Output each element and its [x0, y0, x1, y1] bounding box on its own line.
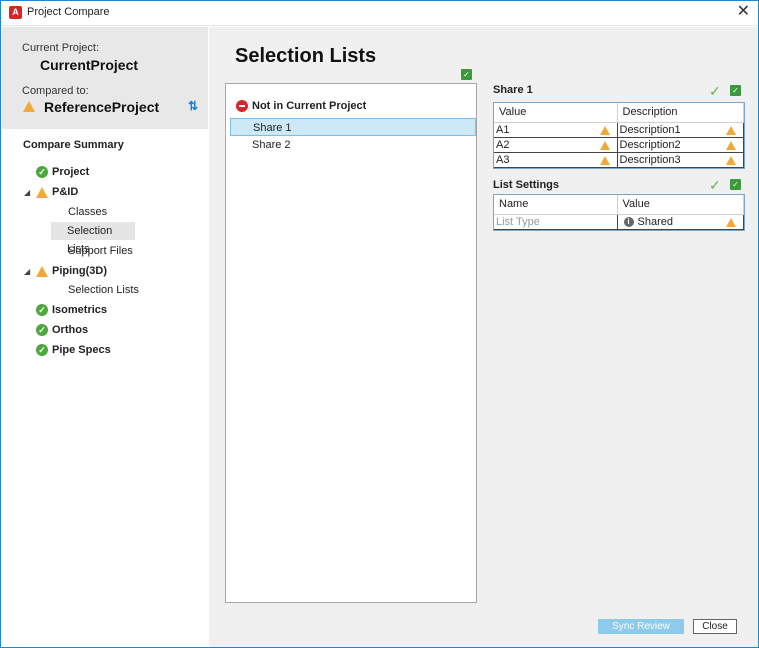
accept-icon[interactable]: ✓ — [730, 179, 741, 190]
table-row[interactable]: A2 Description2 — [494, 137, 744, 153]
warning-icon — [726, 217, 736, 227]
main-panel: Selection Lists ✓ Not in Current Project… — [209, 27, 758, 647]
column-header-value[interactable]: Value — [494, 103, 618, 123]
check-circle-icon: ✓ — [36, 166, 48, 179]
tree-item-support-files[interactable]: Support Files — [68, 242, 133, 260]
list-settings-grid: Name Value List Type i Shared — [493, 194, 745, 231]
window-title: Project Compare — [27, 6, 110, 18]
tree-item-classes[interactable]: Classes — [68, 203, 107, 221]
checkmark-icon[interactable]: ✓ — [709, 84, 721, 98]
warning-icon — [726, 125, 736, 135]
share-values-grid: Value Description A1 Description1 A2 Des… — [493, 102, 745, 169]
column-header-description[interactable]: Description — [617, 103, 744, 123]
summary-title: Compare Summary — [23, 139, 124, 151]
current-project-label: Current Project: — [22, 42, 100, 54]
table-row[interactable]: A3 Description3 — [494, 152, 744, 168]
sidebar: Current Project: CurrentProject Compared… — [2, 27, 208, 647]
window-close-icon[interactable]: ✕ — [737, 3, 750, 21]
list-settings-title: List Settings — [493, 179, 560, 191]
list-item[interactable]: Share 1 — [230, 118, 476, 136]
info-icon: i — [623, 216, 634, 227]
selection-list-panel: Not in Current Project Share 1 Share 2 — [225, 83, 477, 603]
accept-icon[interactable]: ✓ — [730, 85, 741, 96]
cell-value[interactable]: A1 — [494, 122, 618, 138]
tree-item-pipe-specs[interactable]: ✓ Pipe Specs — [36, 341, 111, 359]
compared-to-label: Compared to: — [22, 85, 89, 97]
project-compare-window: A Project Compare ✕ Current Project: Cur… — [0, 0, 759, 648]
tree-item-project[interactable]: ✓ Project — [36, 163, 89, 181]
checkmark-icon[interactable]: ✓ — [709, 178, 721, 192]
reference-project-name: ReferenceProject — [44, 99, 160, 115]
column-header-value[interactable]: Value — [617, 195, 744, 215]
warning-icon — [726, 140, 736, 150]
share-panel-title: Share 1 — [493, 84, 533, 96]
tree-item-piping-selection-lists[interactable]: Selection Lists — [68, 281, 139, 299]
tree-item-pid-selection-lists[interactable]: Selection Lists — [51, 222, 135, 255]
tree-item-orthos[interactable]: ✓ Orthos — [36, 321, 88, 339]
compare-summary: Compare Summary ✓ Project ◢ P&ID Classes … — [2, 129, 208, 647]
title-bar: A Project Compare ✕ — [1, 1, 758, 26]
cell-value[interactable]: A2 — [494, 137, 618, 153]
cell-value[interactable]: i Shared — [617, 214, 744, 230]
warning-icon — [599, 125, 610, 135]
autocad-app-icon: A — [9, 6, 22, 19]
accept-all-icon[interactable]: ✓ — [461, 69, 472, 80]
warning-icon — [23, 101, 35, 112]
warning-icon — [599, 140, 610, 150]
cell-description[interactable]: Description1 — [617, 122, 744, 138]
check-circle-icon: ✓ — [36, 304, 48, 317]
column-header-name[interactable]: Name — [494, 195, 618, 215]
cell-value[interactable]: A3 — [494, 152, 618, 168]
collapse-arrow-icon[interactable]: ◢ — [24, 267, 30, 276]
swap-projects-icon[interactable]: ⇅ — [188, 99, 198, 113]
project-info: Current Project: CurrentProject Compared… — [2, 27, 208, 129]
check-circle-icon: ✓ — [36, 324, 48, 337]
tree-item-pid[interactable]: P&ID — [36, 183, 78, 201]
check-circle-icon: ✓ — [36, 344, 48, 357]
sync-review-button[interactable]: Sync Review — [598, 619, 684, 634]
cell-name[interactable]: List Type — [494, 214, 618, 230]
cell-description[interactable]: Description2 — [617, 137, 744, 153]
not-in-project-icon — [236, 100, 248, 113]
cell-description[interactable]: Description3 — [617, 152, 744, 168]
tree-item-piping-3d[interactable]: Piping(3D) — [36, 262, 107, 280]
list-item[interactable]: Share 2 — [230, 136, 476, 154]
warning-icon — [36, 186, 48, 198]
table-row[interactable]: List Type i Shared — [494, 214, 744, 230]
current-project-name: CurrentProject — [40, 57, 139, 73]
list-header: Not in Current Project — [236, 99, 366, 113]
warning-icon — [726, 155, 736, 165]
warning-icon — [599, 155, 610, 165]
close-button[interactable]: Close — [693, 619, 737, 634]
warning-icon — [36, 265, 48, 277]
table-row[interactable]: A1 Description1 — [494, 122, 744, 138]
page-title: Selection Lists — [235, 45, 377, 67]
tree-item-isometrics[interactable]: ✓ Isometrics — [36, 301, 107, 319]
collapse-arrow-icon[interactable]: ◢ — [24, 188, 30, 197]
